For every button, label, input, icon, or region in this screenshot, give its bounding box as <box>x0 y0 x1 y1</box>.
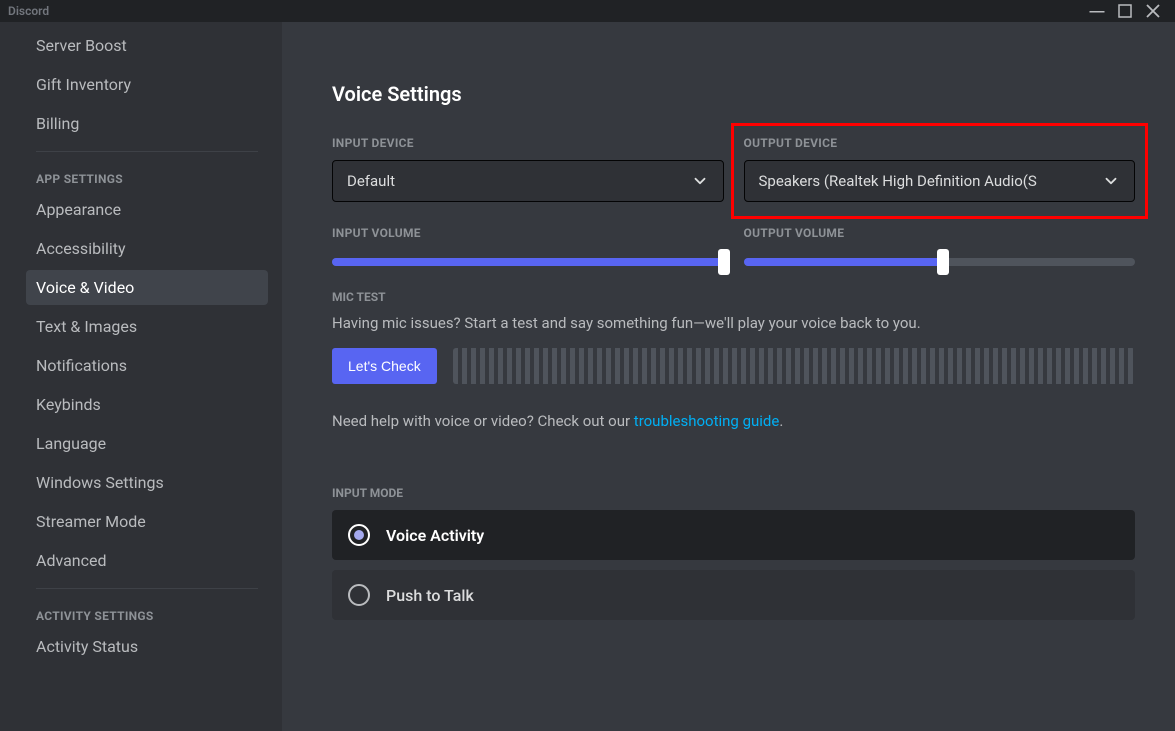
window-maximize-button[interactable] <box>1111 0 1139 22</box>
sidebar-item-notifications[interactable]: Notifications <box>26 348 268 383</box>
titlebar: Discord <box>0 0 1175 22</box>
output-device-value: Speakers (Realtek High Definition Audio(… <box>759 172 1037 190</box>
separator <box>36 151 258 152</box>
slider-fill <box>744 258 944 266</box>
input-mode-label: INPUT MODE <box>332 486 1135 500</box>
window-close-button[interactable] <box>1139 0 1167 22</box>
sidebar-item-language[interactable]: Language <box>26 426 268 461</box>
separator <box>36 588 258 589</box>
sidebar-item-keybinds[interactable]: Keybinds <box>26 387 268 422</box>
output-device-label: OUTPUT DEVICE <box>744 136 1136 150</box>
content: Voice Settings INPUT DEVICE Default OUTP… <box>282 22 1175 731</box>
input-device-select[interactable]: Default <box>332 160 724 202</box>
input-device-value: Default <box>347 172 395 190</box>
radio-icon <box>348 524 370 546</box>
radio-label: Push to Talk <box>386 586 474 605</box>
page-title: Voice Settings <box>332 82 1135 106</box>
sidebar: Server Boost Gift Inventory Billing APP … <box>0 22 282 731</box>
sidebar-item-advanced[interactable]: Advanced <box>26 543 268 578</box>
sidebar-item-text-images[interactable]: Text & Images <box>26 309 268 344</box>
mic-test-label: MIC TEST <box>332 290 1135 304</box>
radio-icon <box>348 584 370 606</box>
slider-fill <box>332 258 724 266</box>
sidebar-item-windows-settings[interactable]: Windows Settings <box>26 465 268 500</box>
sidebar-item-voice-video[interactable]: Voice & Video <box>26 270 268 305</box>
mic-test-button[interactable]: Let's Check <box>332 348 437 384</box>
app-name: Discord <box>8 4 49 18</box>
sidebar-item-billing[interactable]: Billing <box>26 106 268 141</box>
sidebar-item-gift-inventory[interactable]: Gift Inventory <box>26 67 268 102</box>
window-minimize-button[interactable] <box>1083 0 1111 22</box>
output-device-select[interactable]: Speakers (Realtek High Definition Audio(… <box>744 160 1136 202</box>
sidebar-item-activity-status[interactable]: Activity Status <box>26 629 268 664</box>
input-device-label: INPUT DEVICE <box>332 136 724 150</box>
mic-meter <box>453 348 1135 384</box>
sidebar-item-accessibility[interactable]: Accessibility <box>26 231 268 266</box>
chevron-down-icon <box>1102 172 1120 190</box>
output-volume-slider[interactable] <box>744 258 1136 266</box>
troubleshooting-link[interactable]: troubleshooting guide <box>634 412 780 430</box>
output-volume-label: OUTPUT VOLUME <box>744 226 1136 240</box>
sidebar-item-streamer-mode[interactable]: Streamer Mode <box>26 504 268 539</box>
slider-thumb[interactable] <box>718 249 730 275</box>
chevron-down-icon <box>691 172 709 190</box>
help-text: Need help with voice or video? Check out… <box>332 412 1135 430</box>
output-device-highlight: OUTPUT DEVICE Speakers (Realtek High Def… <box>731 123 1149 219</box>
mic-test-description: Having mic issues? Start a test and say … <box>332 314 1135 332</box>
input-mode-voice-activity[interactable]: Voice Activity <box>332 510 1135 560</box>
slider-thumb[interactable] <box>937 249 949 275</box>
input-volume-label: INPUT VOLUME <box>332 226 724 240</box>
sidebar-item-appearance[interactable]: Appearance <box>26 192 268 227</box>
radio-label: Voice Activity <box>386 526 484 545</box>
sidebar-header-activity: ACTIVITY SETTINGS <box>14 591 272 629</box>
sidebar-header-app: APP SETTINGS <box>14 154 272 192</box>
input-volume-slider[interactable] <box>332 258 724 266</box>
sidebar-item-server-boost[interactable]: Server Boost <box>26 28 268 63</box>
input-mode-push-to-talk[interactable]: Push to Talk <box>332 570 1135 620</box>
